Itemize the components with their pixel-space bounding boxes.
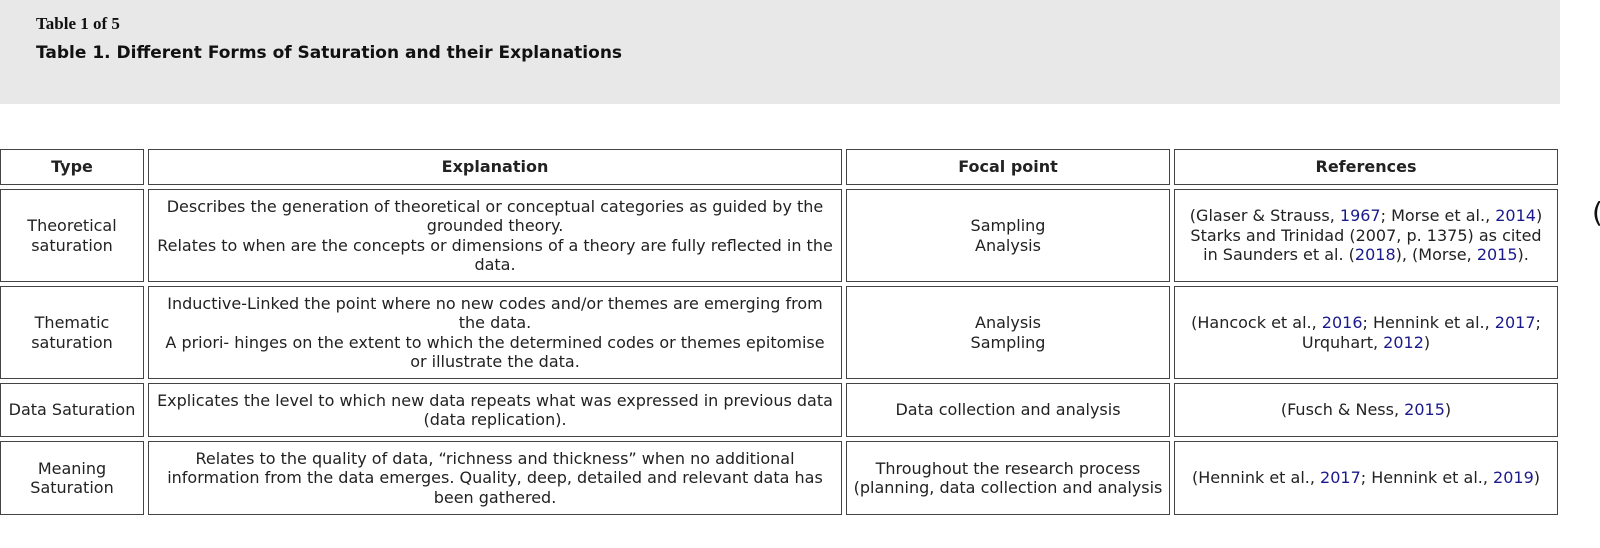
citation-year-link[interactable]: 2012 — [1383, 333, 1424, 352]
references-cell: (Hancock et al., 2016; Hennink et al., 2… — [1174, 286, 1558, 379]
citation-year-link[interactable]: 2019 — [1493, 468, 1534, 487]
references-cell: (Glaser & Strauss, 1967; Morse et al., 2… — [1174, 189, 1558, 282]
citation-year-link[interactable]: 1967 — [1340, 206, 1381, 225]
explanation-cell-line: Relates to the quality of data, “richnes… — [167, 448, 823, 507]
type-cell: Meaning Saturation — [0, 441, 144, 515]
citation-text: ). — [1517, 245, 1529, 265]
citation-text: ; Hennink et al., — [1360, 468, 1494, 488]
focal-point-cell: Sampling Analysis — [846, 189, 1170, 282]
type-cell-line: saturation — [31, 332, 113, 352]
citation-text: ) — [1533, 468, 1540, 488]
explanation-cell: Describes the generation of theoretical … — [148, 189, 842, 282]
focal-point-cell-line: Analysis — [975, 313, 1041, 332]
column-header-explanation: Explanation — [148, 149, 842, 185]
citation-text: ; Hennink et al., — [1362, 313, 1495, 332]
citation-text: (Hennink et al., — [1191, 468, 1321, 488]
references-cell: (Fusch & Ness, 2015) — [1174, 383, 1558, 437]
explanation-cell-line: Inductive-Linked the point where no new … — [167, 293, 823, 333]
focal-point-cell: Data collection and analysis — [846, 383, 1170, 437]
citation-text: ) — [1444, 400, 1452, 420]
type-cell-line: Meaning — [37, 458, 107, 478]
citation-year-link[interactable]: 2018 — [1355, 245, 1396, 264]
explanation-cell: Relates to the quality of data, “richnes… — [148, 441, 842, 515]
table-title: Table 1. Different Forms of Saturation a… — [36, 43, 623, 63]
explanation-cell-line: Relates to when are the concepts or dime… — [157, 235, 833, 275]
explanation-cell-line: Explicates the level to which new data r… — [157, 390, 833, 430]
type-cell: Theoretical saturation — [0, 189, 144, 282]
column-header-type: Type — [0, 149, 144, 185]
focal-point-cell: Analysis Sampling — [846, 286, 1170, 379]
citation-year-link[interactable]: 2015 — [1404, 400, 1445, 419]
type-cell-line: saturation — [31, 235, 113, 255]
explanation-cell: Inductive-Linked the point where no new … — [148, 286, 842, 379]
citation-year-link[interactable]: 2015 — [1477, 245, 1518, 264]
citation-text: ), (Morse, — [1395, 245, 1477, 265]
citation-text: ; Morse et al., — [1380, 206, 1496, 226]
table-counter: Table 1 of 5 — [36, 14, 120, 33]
column-header-focal-point: Focal point — [846, 149, 1170, 185]
explanation-cell-line: A priori- hinges on the extent to which … — [165, 332, 825, 372]
table-row: Thematic saturation Inductive-Linked the p… — [0, 286, 1558, 379]
citation-year-link[interactable]: 2014 — [1495, 206, 1536, 225]
type-cell: Data Saturation — [0, 383, 144, 437]
explanation-cell-line: Describes the generation of theoretical … — [166, 196, 824, 236]
table-header-panel: Table 1 of 5 Table 1. Different Forms of… — [0, 0, 1560, 104]
explanation-cell: Explicates the level to which new data r… — [148, 383, 842, 437]
focal-point-cell-line: Throughout the research process — [875, 458, 1141, 478]
type-cell-line: Thematic — [34, 313, 110, 332]
citation-text: (Hancock et al., — [1191, 313, 1322, 332]
table-row: Meaning Saturation Relates to the quality … — [0, 441, 1558, 515]
type-cell: Thematic saturation — [0, 286, 144, 379]
citation-text: (Fusch & Ness, — [1280, 400, 1405, 420]
focal-point-cell-line: Data collection and analysis — [895, 400, 1121, 420]
focal-point-cell-line: (planning, data collection and analysis — [853, 478, 1163, 497]
column-header-references: References — [1174, 149, 1558, 185]
focal-point-cell-line: Sampling — [970, 216, 1046, 235]
citation-year-link[interactable]: 2016 — [1322, 313, 1363, 332]
table-row: Theoretical saturation Describes the gener… — [0, 189, 1558, 282]
citation-text: ) — [1423, 332, 1431, 352]
saturation-table: Type Explanation Focal point References … — [0, 145, 1562, 519]
citation-year-link[interactable]: 2017 — [1320, 468, 1361, 487]
edge-bracket-glyph: ( — [1592, 196, 1600, 229]
citation-text: (Glaser & Strauss, — [1189, 206, 1340, 226]
focal-point-cell-line: Analysis — [975, 235, 1041, 255]
focal-point-cell-line: Sampling — [970, 332, 1046, 352]
type-cell-line: Data Saturation — [8, 400, 136, 420]
table-row: Data Saturation Explicates the level to w… — [0, 383, 1558, 437]
type-cell-line: Saturation — [30, 478, 114, 497]
table-header-row: Type Explanation Focal point References — [0, 149, 1558, 185]
references-cell: (Hennink et al., 2017; Hennink et al., 2… — [1174, 441, 1558, 515]
citation-year-link[interactable]: 2017 — [1495, 313, 1536, 332]
focal-point-cell: Throughout the research process (planning… — [846, 441, 1170, 515]
type-cell-line: Theoretical — [27, 216, 117, 235]
